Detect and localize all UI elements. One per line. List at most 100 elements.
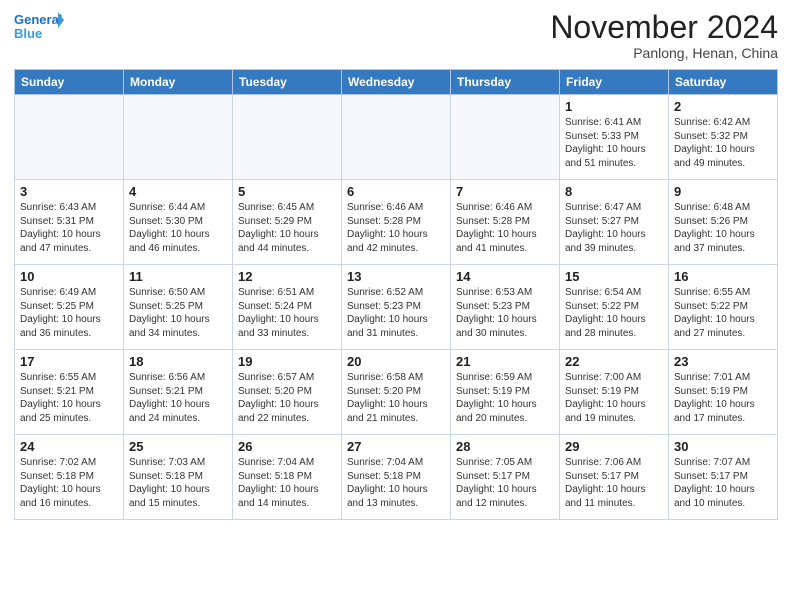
calendar-header-friday: Friday (560, 70, 669, 95)
calendar-cell: 20 Sunrise: 6:58 AMSunset: 5:20 PMDayligh… (342, 350, 451, 435)
calendar-cell: 14Sunrise: 6:53 AMSunset: 5:23 PMDayligh… (451, 265, 560, 350)
location: Panlong, Henan, China (550, 45, 778, 61)
day-info: Sunrise: 6:59 AMSunset: 5:19 PMDaylight:… (456, 371, 554, 425)
day-info: Sunrise: 6:46 AMSunset: 5:28 PMDaylight:… (347, 201, 445, 255)
day-info: Sunrise: 6:51 AMSunset: 5:24 PMDaylight:… (238, 286, 336, 340)
calendar-cell (342, 95, 451, 180)
day-info: Sunrise: 7:06 AMSunset: 5:17 PMDaylight:… (565, 456, 663, 510)
calendar-cell (15, 95, 124, 180)
calendar-cell: 4 Sunrise: 6:44 AMSunset: 5:30 PMDaylight… (124, 180, 233, 265)
day-info: Sunrise: 6:44 AMSunset: 5:30 PMDaylight:… (129, 201, 227, 255)
svg-text:Blue: Blue (14, 26, 42, 41)
calendar-cell: 29 Sunrise: 7:06 AMSunset: 5:17 PMDayligh… (560, 435, 669, 520)
day-info: Sunrise: 6:56 AMSunset: 5:21 PMDaylight:… (129, 371, 227, 425)
calendar-cell: 1 Sunrise: 6:41 AMSunset: 5:33 PMDaylight… (560, 95, 669, 180)
calendar-cell: 24 Sunrise: 7:02 AMSunset: 5:18 PMDayligh… (15, 435, 124, 520)
day-info: Sunrise: 6:43 AMSunset: 5:31 PMDaylight:… (20, 201, 118, 255)
day-number: 2 (674, 99, 772, 114)
calendar-cell: 19 Sunrise: 6:57 AMSunset: 5:20 PMDayligh… (233, 350, 342, 435)
day-number: 13 (347, 269, 445, 284)
day-info: Sunrise: 6:55 AMSunset: 5:21 PMDaylight:… (20, 371, 118, 425)
calendar-cell (124, 95, 233, 180)
logo-svg: General Blue (14, 10, 64, 46)
page: General Blue November 2024 Panlong, Hena… (0, 0, 792, 534)
day-number: 9 (674, 184, 772, 199)
calendar-cell: 2 Sunrise: 6:42 AMSunset: 5:32 PMDaylight… (669, 95, 778, 180)
day-info: Sunrise: 6:57 AMSunset: 5:20 PMDaylight:… (238, 371, 336, 425)
calendar-cell: 3 Sunrise: 6:43 AMSunset: 5:31 PMDaylight… (15, 180, 124, 265)
day-number: 18 (129, 354, 227, 369)
day-info: Sunrise: 6:46 AMSunset: 5:28 PMDaylight:… (456, 201, 554, 255)
calendar-cell: 15Sunrise: 6:54 AMSunset: 5:22 PMDayligh… (560, 265, 669, 350)
day-number: 17 (20, 354, 118, 369)
day-number: 5 (238, 184, 336, 199)
day-info: Sunrise: 6:41 AMSunset: 5:33 PMDaylight:… (565, 116, 663, 170)
calendar-cell: 8Sunrise: 6:47 AMSunset: 5:27 PMDaylight… (560, 180, 669, 265)
week-row-5: 24 Sunrise: 7:02 AMSunset: 5:18 PMDayligh… (15, 435, 778, 520)
day-info: Sunrise: 7:01 AMSunset: 5:19 PMDaylight:… (674, 371, 772, 425)
day-number: 25 (129, 439, 227, 454)
day-number: 4 (129, 184, 227, 199)
day-info: Sunrise: 7:04 AMSunset: 5:18 PMDaylight:… (238, 456, 336, 510)
calendar-cell (233, 95, 342, 180)
day-number: 22 (565, 354, 663, 369)
day-info: Sunrise: 6:53 AMSunset: 5:23 PMDaylight:… (456, 286, 554, 340)
calendar-header-thursday: Thursday (451, 70, 560, 95)
day-number: 7 (456, 184, 554, 199)
day-number: 15 (565, 269, 663, 284)
calendar-cell: 23 Sunrise: 7:01 AMSunset: 5:19 PMDayligh… (669, 350, 778, 435)
calendar-header-monday: Monday (124, 70, 233, 95)
day-number: 19 (238, 354, 336, 369)
title-block: November 2024 Panlong, Henan, China (550, 10, 778, 61)
day-number: 23 (674, 354, 772, 369)
calendar-header-tuesday: Tuesday (233, 70, 342, 95)
day-number: 26 (238, 439, 336, 454)
calendar-cell: 30Sunrise: 7:07 AMSunset: 5:17 PMDayligh… (669, 435, 778, 520)
calendar-cell: 22 Sunrise: 7:00 AMSunset: 5:19 PMDayligh… (560, 350, 669, 435)
logo: General Blue (14, 10, 64, 46)
day-number: 8 (565, 184, 663, 199)
calendar-cell (451, 95, 560, 180)
day-number: 29 (565, 439, 663, 454)
calendar-header-saturday: Saturday (669, 70, 778, 95)
day-number: 21 (456, 354, 554, 369)
calendar-cell: 9 Sunrise: 6:48 AMSunset: 5:26 PMDaylight… (669, 180, 778, 265)
calendar-header-row: SundayMondayTuesdayWednesdayThursdayFrid… (15, 70, 778, 95)
calendar: SundayMondayTuesdayWednesdayThursdayFrid… (14, 69, 778, 520)
day-info: Sunrise: 7:04 AMSunset: 5:18 PMDaylight:… (347, 456, 445, 510)
calendar-cell: 7 Sunrise: 6:46 AMSunset: 5:28 PMDaylight… (451, 180, 560, 265)
day-number: 1 (565, 99, 663, 114)
day-number: 20 (347, 354, 445, 369)
calendar-cell: 5 Sunrise: 6:45 AMSunset: 5:29 PMDaylight… (233, 180, 342, 265)
day-number: 24 (20, 439, 118, 454)
calendar-cell: 21 Sunrise: 6:59 AMSunset: 5:19 PMDayligh… (451, 350, 560, 435)
svg-text:General: General (14, 12, 62, 27)
calendar-cell: 27 Sunrise: 7:04 AMSunset: 5:18 PMDayligh… (342, 435, 451, 520)
day-info: Sunrise: 6:48 AMSunset: 5:26 PMDaylight:… (674, 201, 772, 255)
day-info: Sunrise: 7:02 AMSunset: 5:18 PMDaylight:… (20, 456, 118, 510)
day-number: 27 (347, 439, 445, 454)
day-number: 30 (674, 439, 772, 454)
day-info: Sunrise: 7:03 AMSunset: 5:18 PMDaylight:… (129, 456, 227, 510)
day-info: Sunrise: 6:50 AMSunset: 5:25 PMDaylight:… (129, 286, 227, 340)
week-row-4: 17 Sunrise: 6:55 AMSunset: 5:21 PMDayligh… (15, 350, 778, 435)
calendar-cell: 18 Sunrise: 6:56 AMSunset: 5:21 PMDayligh… (124, 350, 233, 435)
day-info: Sunrise: 6:58 AMSunset: 5:20 PMDaylight:… (347, 371, 445, 425)
calendar-cell: 10Sunrise: 6:49 AMSunset: 5:25 PMDayligh… (15, 265, 124, 350)
calendar-cell: 17 Sunrise: 6:55 AMSunset: 5:21 PMDayligh… (15, 350, 124, 435)
header: General Blue November 2024 Panlong, Hena… (14, 10, 778, 61)
day-info: Sunrise: 7:00 AMSunset: 5:19 PMDaylight:… (565, 371, 663, 425)
week-row-1: 1 Sunrise: 6:41 AMSunset: 5:33 PMDaylight… (15, 95, 778, 180)
day-number: 16 (674, 269, 772, 284)
calendar-cell: 13Sunrise: 6:52 AMSunset: 5:23 PMDayligh… (342, 265, 451, 350)
day-info: Sunrise: 6:42 AMSunset: 5:32 PMDaylight:… (674, 116, 772, 170)
calendar-cell: 28Sunrise: 7:05 AMSunset: 5:17 PMDayligh… (451, 435, 560, 520)
month-title: November 2024 (550, 10, 778, 45)
day-number: 3 (20, 184, 118, 199)
day-info: Sunrise: 6:49 AMSunset: 5:25 PMDaylight:… (20, 286, 118, 340)
day-number: 6 (347, 184, 445, 199)
day-info: Sunrise: 6:45 AMSunset: 5:29 PMDaylight:… (238, 201, 336, 255)
day-info: Sunrise: 7:05 AMSunset: 5:17 PMDaylight:… (456, 456, 554, 510)
calendar-cell: 16Sunrise: 6:55 AMSunset: 5:22 PMDayligh… (669, 265, 778, 350)
calendar-cell: 26 Sunrise: 7:04 AMSunset: 5:18 PMDayligh… (233, 435, 342, 520)
